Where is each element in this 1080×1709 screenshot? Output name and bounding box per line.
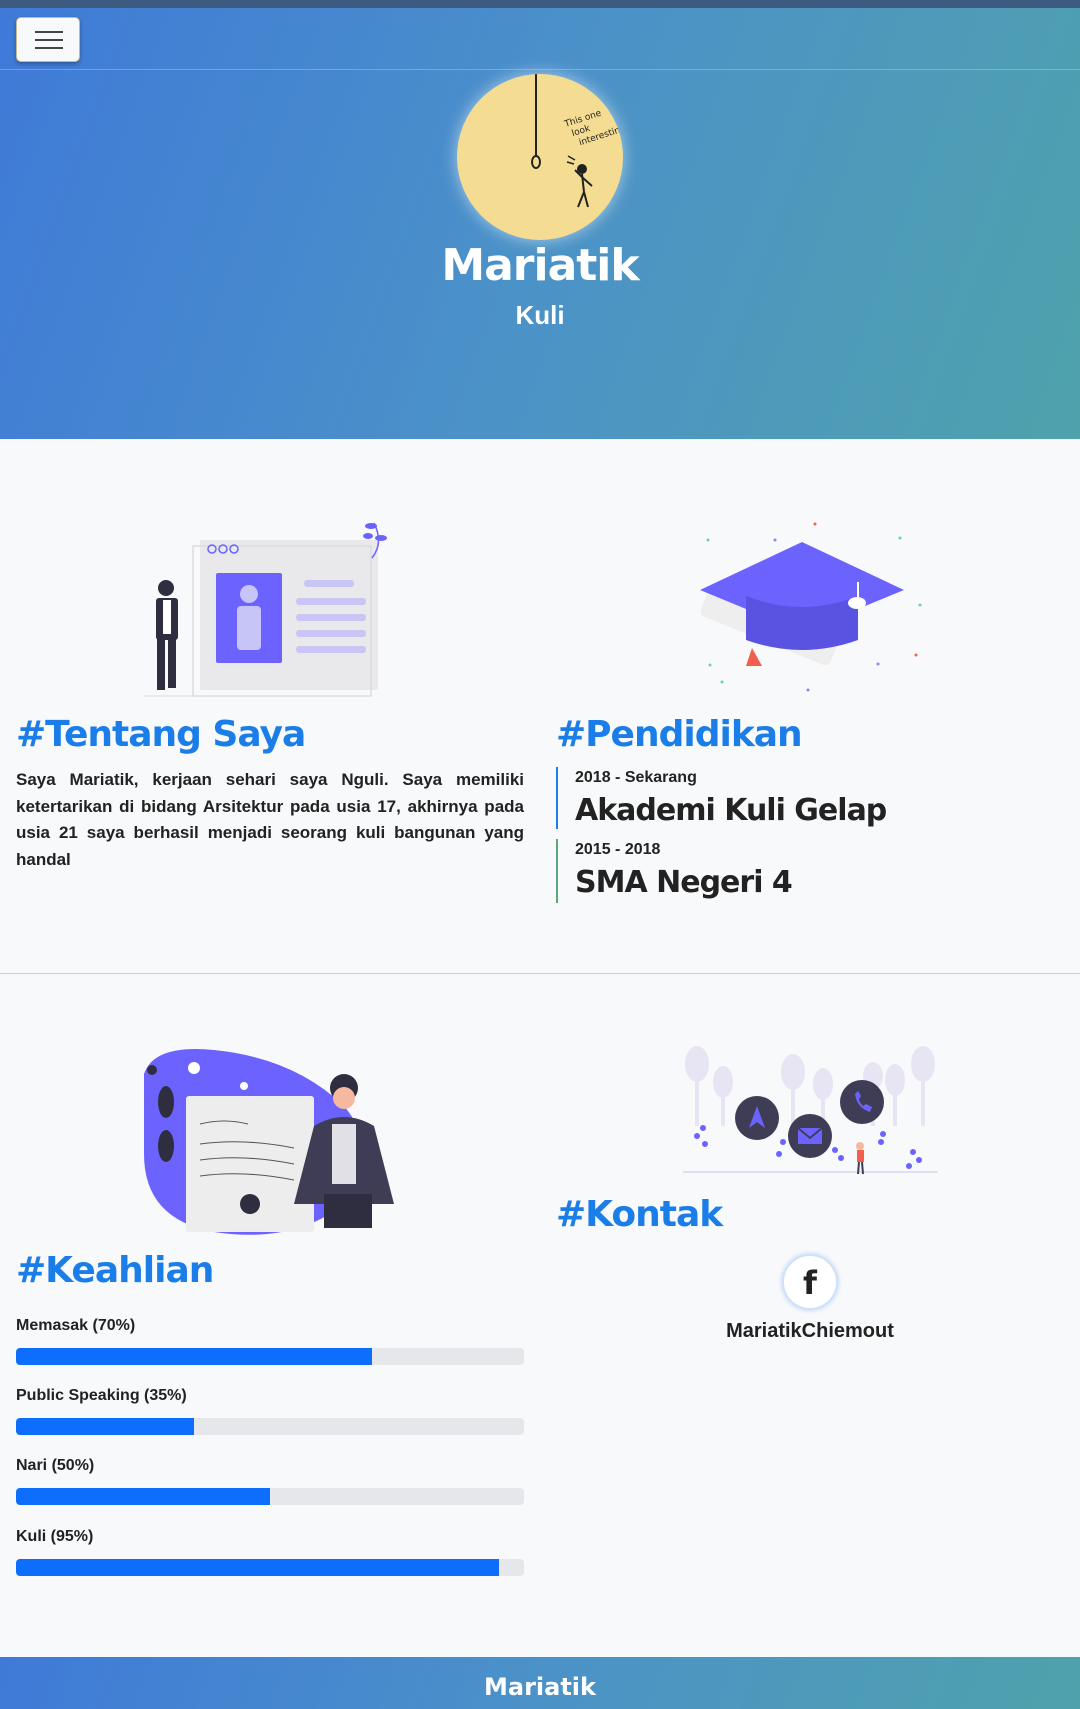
- skill-progress-fill: [16, 1488, 270, 1505]
- hero-name: Mariatik: [441, 240, 639, 291]
- education-years: 2015 - 2018: [575, 841, 661, 858]
- skill-progress-fill: [16, 1559, 499, 1576]
- footer: Mariatik: [0, 1657, 1080, 1709]
- skill-progress-fill: [16, 1418, 194, 1435]
- contact-heading: #Kontak: [556, 1194, 723, 1235]
- hamburger-icon: [35, 39, 63, 41]
- facebook-link-button[interactable]: f: [782, 1254, 838, 1310]
- avatar-illustration: This one look interesting: [531, 74, 623, 208]
- skill-progress-bar: [16, 1559, 524, 1576]
- skills-illustration: [144, 1049, 394, 1235]
- facebook-icon: f: [803, 1264, 817, 1302]
- profile-card-illustration: [144, 522, 387, 697]
- skill-progress-fill: [16, 1348, 372, 1365]
- education-school: Akademi Kuli Gelap: [575, 793, 887, 828]
- hero-section: This one look interesting Mariatik Kuli: [0, 8, 1080, 439]
- skill-label: Nari (50%): [16, 1457, 95, 1474]
- navbar: [0, 8, 1080, 70]
- skill-progress-bar: [16, 1348, 524, 1365]
- education-school: SMA Negeri 4: [575, 865, 793, 900]
- section-divider: [0, 973, 1080, 974]
- education-heading: #Pendidikan: [556, 714, 803, 755]
- education-years: 2018 - Sekarang: [575, 769, 697, 786]
- footer-name: Mariatik: [484, 1673, 596, 1701]
- contact-illustration: [683, 1046, 938, 1175]
- avatar-handwritten-note: This one look interesting: [562, 103, 623, 151]
- education-item: 2018 - Sekarang Akademi Kuli Gelap: [556, 767, 887, 829]
- navbar-toggler-button[interactable]: [16, 17, 80, 62]
- skills-heading: #Keahlian: [16, 1250, 214, 1291]
- hamburger-icon: [35, 31, 63, 33]
- about-heading: #Tentang Saya: [16, 714, 306, 755]
- skill-label: Public Speaking (35%): [16, 1387, 187, 1404]
- graduation-cap-illustration: [700, 522, 922, 692]
- skill-progress-bar: [16, 1418, 524, 1435]
- top-strip: [0, 0, 1080, 8]
- skill-progress-bar: [16, 1488, 524, 1505]
- skill-label: Kuli (95%): [16, 1528, 94, 1545]
- skill-label: Memasak (70%): [16, 1317, 136, 1334]
- hero-job-title: Kuli: [515, 300, 565, 330]
- hamburger-icon: [35, 47, 63, 49]
- about-text: Saya Mariatik, kerjaan sehari saya Nguli…: [16, 770, 524, 869]
- facebook-username: MariatikChiemout: [726, 1320, 894, 1342]
- profile-avatar: This one look interesting: [457, 74, 623, 240]
- education-item: 2015 - 2018 SMA Negeri 4: [556, 839, 793, 903]
